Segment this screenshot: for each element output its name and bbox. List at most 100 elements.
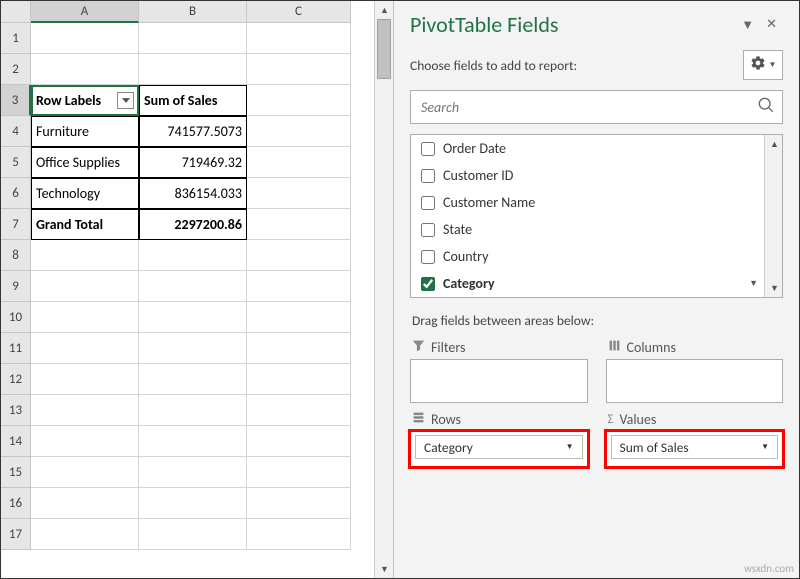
cell-B14[interactable] [139,426,247,457]
scroll-up-icon[interactable]: ▲ [765,135,784,153]
row-header-1[interactable]: 1 [1,23,31,54]
row-header-8[interactable]: 8 [1,240,31,271]
cell-A9[interactable] [31,271,139,302]
cell-C13[interactable] [247,395,351,426]
cell-B3[interactable]: Sum of Sales [139,85,247,116]
cell-A16[interactable] [31,488,139,519]
field-checkbox[interactable] [421,169,435,183]
field-item-order-date[interactable]: Order Date [411,135,764,162]
values-drop-area[interactable]: Sum of Sales ▼ [606,431,784,467]
filters-drop-area[interactable] [410,359,588,403]
cell-B7[interactable]: 2297200.86 [139,209,247,240]
cell-A14[interactable] [31,426,139,457]
cell-C9[interactable] [247,271,351,302]
field-checkbox[interactable] [421,223,435,237]
cell-C12[interactable] [247,364,351,395]
cell-A13[interactable] [31,395,139,426]
cell-C16[interactable] [247,488,351,519]
cell-B13[interactable] [139,395,247,426]
search-text[interactable] [419,98,758,117]
cell-B17[interactable] [139,519,247,550]
scroll-up-icon[interactable]: ▲ [375,1,394,19]
field-checkbox[interactable] [421,196,435,210]
filter-dropdown-button[interactable] [117,92,134,109]
cell-B16[interactable] [139,488,247,519]
cell-C7[interactable] [247,209,351,240]
cell-A5[interactable]: Office Supplies [31,147,139,178]
row-header-6[interactable]: 6 [1,178,31,209]
chevron-down-icon[interactable]: ▼ [749,278,758,289]
cell-B4[interactable]: 741577.5073 [139,116,247,147]
col-header-B[interactable]: B [139,1,247,23]
cell-C1[interactable] [247,23,351,54]
cell-C4[interactable] [247,116,351,147]
pane-menu-icon[interactable]: ▼ [735,13,760,37]
cell-C8[interactable] [247,240,351,271]
col-header-A[interactable]: A [31,1,139,23]
row-header-9[interactable]: 9 [1,271,31,302]
cell-B12[interactable] [139,364,247,395]
cell-C6[interactable] [247,178,351,209]
rows-area-item[interactable]: Category ▼ [415,435,583,459]
cell-B8[interactable] [139,240,247,271]
row-header-10[interactable]: 10 [1,302,31,333]
cell-C10[interactable] [247,302,351,333]
cell-A1[interactable] [31,23,139,54]
cell-A8[interactable] [31,240,139,271]
cell-C11[interactable] [247,333,351,364]
chevron-down-icon[interactable]: ▼ [761,442,769,452]
cell-B1[interactable] [139,23,247,54]
cell-C2[interactable] [247,54,351,85]
cell-C17[interactable] [247,519,351,550]
scroll-thumb[interactable] [377,19,391,79]
scroll-down-icon[interactable]: ▼ [765,279,784,297]
field-item-country[interactable]: Country [411,243,764,270]
row-header-5[interactable]: 5 [1,147,31,178]
chevron-down-icon[interactable]: ▼ [566,442,574,452]
row-header-11[interactable]: 11 [1,333,31,364]
select-all-corner[interactable] [1,1,31,23]
cell-B10[interactable] [139,302,247,333]
scroll-down-icon[interactable]: ▼ [375,560,394,578]
pane-options-button[interactable]: ▼ [743,50,783,80]
field-item-category[interactable]: Category▼ [411,270,764,297]
close-icon[interactable]: ✕ [760,13,783,36]
cell-A10[interactable] [31,302,139,333]
cell-A2[interactable] [31,54,139,85]
cell-B6[interactable]: 836154.033 [139,178,247,209]
field-checkbox[interactable] [421,142,435,156]
row-header-13[interactable]: 13 [1,395,31,426]
row-header-3[interactable]: 3 [1,85,31,116]
search-input[interactable] [410,90,783,124]
cell-A6[interactable]: Technology [31,178,139,209]
cell-C3[interactable] [247,85,351,116]
cell-B5[interactable]: 719469.32 [139,147,247,178]
col-header-C[interactable]: C [247,1,351,23]
row-header-2[interactable]: 2 [1,54,31,85]
cell-C14[interactable] [247,426,351,457]
cell-A4[interactable]: Furniture [31,116,139,147]
cell-A3[interactable]: Row Labels [31,85,139,116]
field-item-state[interactable]: State [411,216,764,243]
cell-B9[interactable] [139,271,247,302]
row-header-12[interactable]: 12 [1,364,31,395]
row-header-14[interactable]: 14 [1,426,31,457]
cell-B2[interactable] [139,54,247,85]
sheet-scrollbar[interactable]: ▲ ▼ [374,1,393,578]
row-header-16[interactable]: 16 [1,488,31,519]
cell-A7[interactable]: Grand Total [31,209,139,240]
rows-drop-area[interactable]: Category ▼ [410,431,588,467]
row-header-4[interactable]: 4 [1,116,31,147]
row-header-17[interactable]: 17 [1,519,31,550]
cell-B15[interactable] [139,457,247,488]
field-checkbox[interactable] [421,277,435,291]
cell-A15[interactable] [31,457,139,488]
cell-A17[interactable] [31,519,139,550]
row-header-15[interactable]: 15 [1,457,31,488]
field-item-customer-id[interactable]: Customer ID [411,162,764,189]
field-list-scrollbar[interactable]: ▲ ▼ [764,135,782,297]
field-item-customer-name[interactable]: Customer Name [411,189,764,216]
values-area-item[interactable]: Sum of Sales ▼ [611,435,779,459]
cell-B11[interactable] [139,333,247,364]
columns-drop-area[interactable] [606,359,784,403]
